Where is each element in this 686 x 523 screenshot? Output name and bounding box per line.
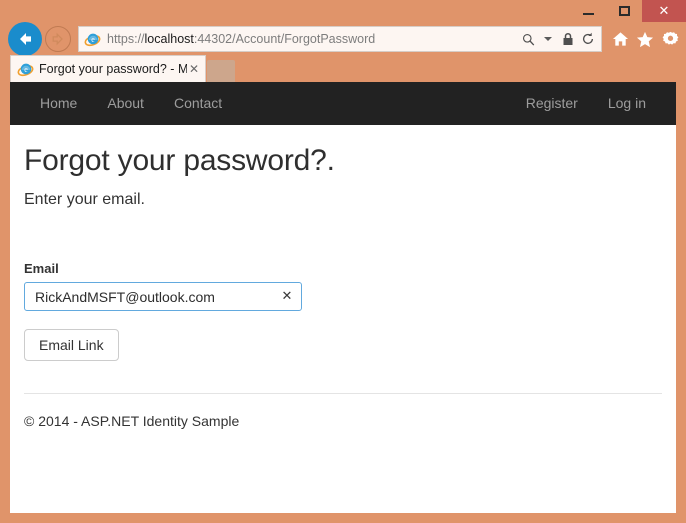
- address-bar-icons: [520, 30, 596, 48]
- lock-icon[interactable]: [560, 30, 576, 48]
- browser-navigation-bar: e https://localhost:44302/Account/Forgot…: [0, 22, 686, 56]
- page-footer: © 2014 - ASP.NET Identity Sample: [24, 413, 240, 429]
- chevron-down-icon[interactable]: [540, 30, 556, 48]
- content-divider: [24, 393, 662, 394]
- tab-title: Forgot your password? - M...: [39, 62, 187, 76]
- nav-link-contact[interactable]: Contact: [159, 82, 237, 125]
- minimize-button[interactable]: [570, 0, 606, 22]
- nav-link-register[interactable]: Register: [511, 82, 593, 125]
- window-controls: ✕: [570, 0, 686, 22]
- email-label: Email: [24, 261, 59, 276]
- maximize-icon: [618, 6, 630, 16]
- page-subtitle: Enter your email.: [24, 191, 145, 208]
- back-arrow-icon: [20, 33, 31, 45]
- nav-link-login[interactable]: Log in: [593, 82, 661, 125]
- email-input[interactable]: [24, 282, 302, 311]
- minimize-icon: [582, 13, 594, 15]
- address-bar-url: https://localhost:44302/Account/ForgotPa…: [107, 32, 520, 46]
- forward-arrow-icon: [52, 32, 63, 46]
- title-bar: ✕: [0, 0, 686, 22]
- internet-explorer-icon: e: [17, 63, 34, 76]
- svg-text:e: e: [91, 35, 95, 44]
- internet-explorer-icon: e: [84, 33, 101, 46]
- close-icon: ✕: [658, 3, 670, 19]
- refresh-icon[interactable]: [580, 30, 596, 48]
- new-tab-button[interactable]: [207, 60, 235, 82]
- url-host: localhost: [144, 32, 194, 46]
- email-input-wrapper: ✕: [24, 282, 302, 311]
- browser-window: ✕ e https://localhost:44302/Account/Forg…: [0, 0, 686, 523]
- tab-strip: e Forgot your password? - M... ✕: [0, 55, 686, 82]
- page-title: Forgot your password?.: [24, 144, 335, 177]
- forward-button[interactable]: [45, 26, 71, 52]
- address-bar[interactable]: e https://localhost:44302/Account/Forgot…: [78, 26, 602, 52]
- email-link-button[interactable]: Email Link: [24, 329, 119, 361]
- clear-input-icon[interactable]: ✕: [280, 289, 294, 304]
- close-button[interactable]: ✕: [642, 0, 686, 22]
- home-icon[interactable]: [610, 29, 630, 49]
- nav-link-about[interactable]: About: [92, 82, 159, 125]
- url-path: :44302/Account/ForgotPassword: [193, 32, 376, 46]
- url-scheme: https://: [107, 32, 145, 46]
- page-content: Forgot your password?. Enter your email.…: [10, 144, 676, 429]
- site-nav-right: Register Log in: [511, 82, 661, 125]
- favorites-star-icon[interactable]: [635, 29, 655, 49]
- back-button[interactable]: [8, 22, 42, 56]
- forgot-password-form: Email ✕ Email Link: [24, 261, 662, 361]
- nav-link-home[interactable]: Home: [25, 82, 92, 125]
- site-navbar: Home About Contact Register Log in: [10, 82, 676, 125]
- maximize-button[interactable]: [606, 0, 642, 22]
- browser-toolbar-icons: [608, 26, 682, 52]
- search-icon[interactable]: [520, 30, 536, 48]
- page-viewport: Home About Contact Register Log in Forgo…: [10, 82, 676, 513]
- svg-text:e: e: [24, 65, 28, 74]
- tab-close-icon[interactable]: ✕: [187, 62, 201, 76]
- site-nav-left: Home About Contact: [25, 82, 237, 125]
- settings-gear-icon[interactable]: [660, 29, 680, 49]
- browser-tab[interactable]: e Forgot your password? - M... ✕: [10, 55, 206, 82]
